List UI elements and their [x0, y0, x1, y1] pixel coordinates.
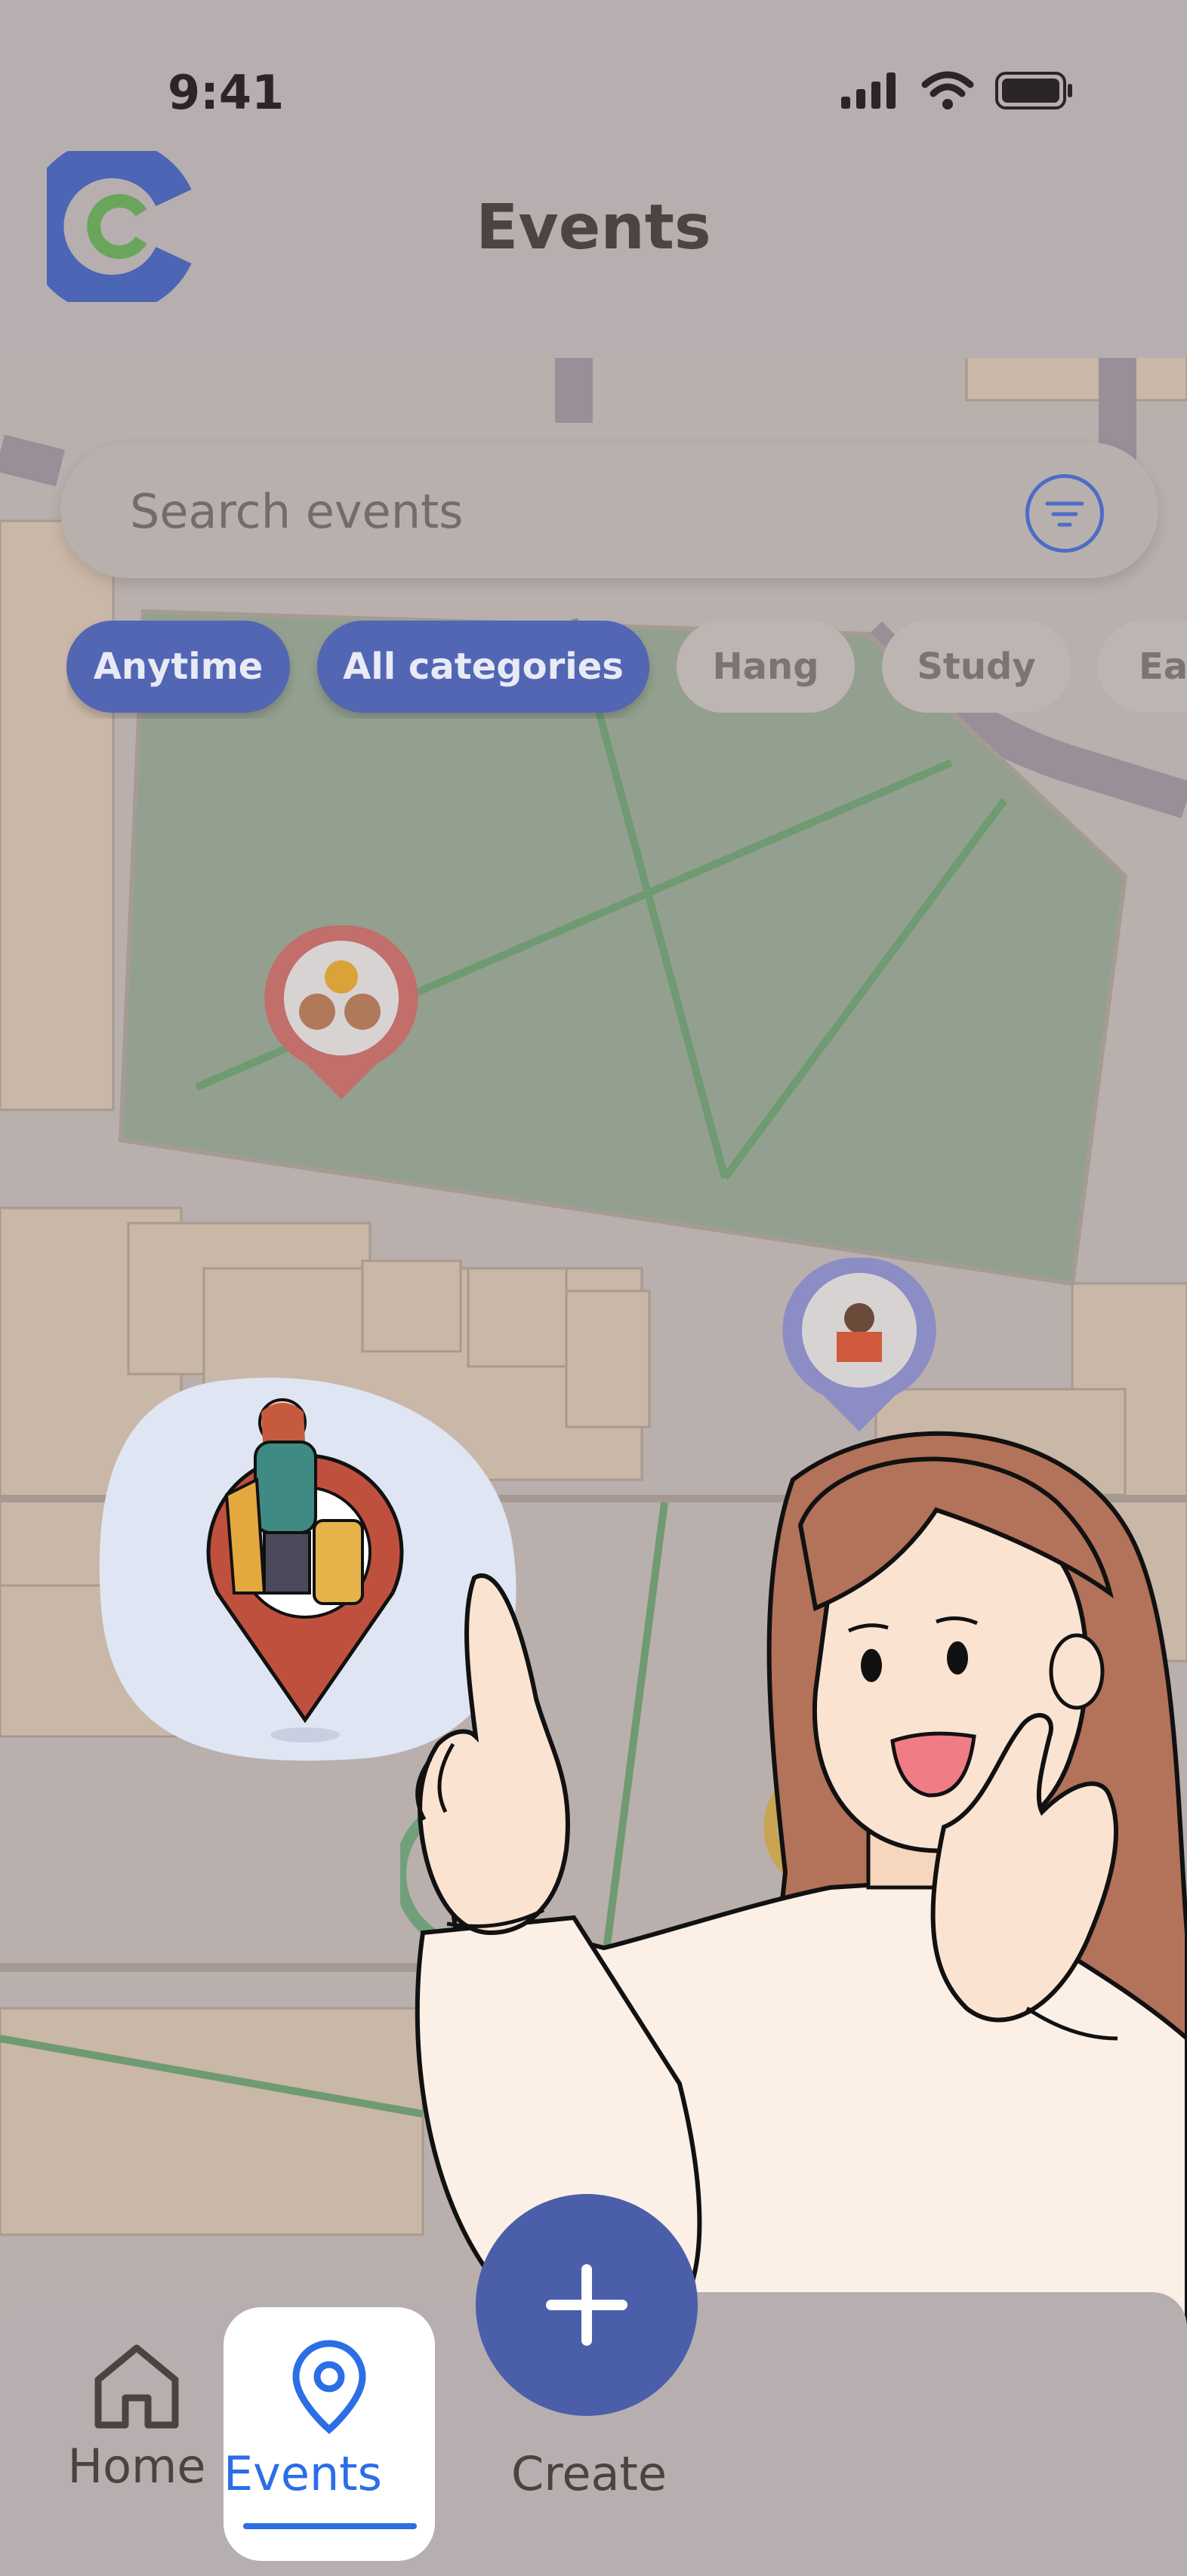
status-time: 9:41 — [168, 65, 285, 120]
active-tab-indicator — [243, 2523, 417, 2529]
chip-eat[interactable]: Ea — [1098, 621, 1187, 713]
nav-home[interactable]: Home — [65, 2337, 208, 2494]
status-bar: 9:41 — [0, 0, 1187, 151]
app-header: 9:41 Events — [0, 0, 1187, 358]
nav-events-label: Events — [224, 2446, 382, 2501]
campus-map[interactable] — [0, 0, 1187, 2576]
battery-icon — [995, 72, 1072, 109]
home-icon — [94, 2344, 179, 2429]
chip-all-categories[interactable]: All categories — [317, 621, 649, 713]
event-pin-green[interactable] — [400, 1797, 491, 1955]
nav-home-label: Home — [67, 2439, 206, 2494]
page-title: Events — [476, 192, 711, 263]
signal-icon — [841, 72, 896, 109]
event-pin-hang[interactable] — [264, 923, 418, 1101]
category-chips: Anytime All categories Hang Study Ea — [66, 621, 1187, 719]
nav-create-label: Create — [510, 2446, 667, 2501]
status-icons — [841, 71, 1074, 110]
event-pin-yellow[interactable] — [755, 1767, 815, 1887]
chip-study[interactable]: Study — [882, 621, 1071, 713]
wifi-icon — [921, 71, 974, 109]
app-screen: 9:41 Events Search events Anytime All ca… — [0, 0, 1187, 2576]
plus-icon — [546, 2264, 627, 2346]
location-pin-icon — [292, 2340, 366, 2434]
create-button[interactable] — [476, 2194, 698, 2416]
chip-anytime[interactable]: Anytime — [66, 621, 290, 713]
search-input[interactable] — [128, 442, 1000, 580]
chip-hang[interactable]: Hang — [677, 621, 855, 713]
event-pin-study[interactable] — [782, 1255, 936, 1433]
filter-button[interactable] — [1025, 474, 1104, 553]
filter-icon — [1045, 501, 1084, 527]
search-bar — [60, 442, 1158, 580]
